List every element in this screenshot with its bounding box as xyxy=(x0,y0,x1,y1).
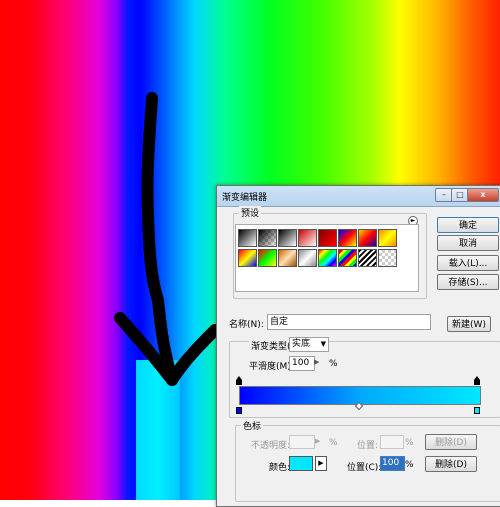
presets-label: 预设 xyxy=(239,206,262,219)
opacity-input[interactable] xyxy=(289,435,315,449)
color-label: 颜色: xyxy=(269,463,291,473)
preset-swatch[interactable] xyxy=(338,249,357,267)
delete-color-stop-button[interactable]: 删除(D) xyxy=(425,456,477,472)
preset-swatch[interactable] xyxy=(318,249,337,267)
name-label: 名称(N): xyxy=(229,320,264,330)
opacity-location-unit: % xyxy=(405,438,414,448)
chevron-right-icon[interactable]: ▶ xyxy=(314,356,324,369)
preset-swatch[interactable] xyxy=(378,249,397,267)
name-input[interactable]: 自定 xyxy=(267,314,431,330)
gradient-editor-dialog: 渐变编辑器 – □ x 预设 ► 确定 取消 载入(L)... 存储(S)...… xyxy=(216,185,500,507)
preset-swatch[interactable] xyxy=(358,229,377,247)
cyan-highlight-strip xyxy=(136,360,180,500)
new-button[interactable]: 新建(W) xyxy=(447,316,491,332)
delete-opacity-stop-button[interactable]: 删除(D) xyxy=(425,434,477,450)
gradient-type-select[interactable]: 实底 ▼ xyxy=(289,337,329,352)
preset-swatch[interactable] xyxy=(258,249,277,267)
chevron-down-icon: ▼ xyxy=(320,340,326,348)
smoothness-input[interactable]: 100 xyxy=(289,356,315,371)
load-button[interactable]: 载入(L)... xyxy=(437,255,499,271)
smoothness-label: 平滑度(M): xyxy=(249,362,294,372)
preset-swatch[interactable] xyxy=(238,229,257,247)
dialog-title: 渐变编辑器 xyxy=(222,193,268,203)
color-location-input[interactable]: 100 xyxy=(380,456,405,471)
preset-swatch[interactable] xyxy=(298,249,317,267)
chevron-right-icon[interactable]: ▶ xyxy=(315,456,327,471)
preset-swatch[interactable] xyxy=(278,249,297,267)
preset-swatch[interactable] xyxy=(258,229,277,247)
preset-swatch[interactable] xyxy=(298,229,317,247)
color-swatch[interactable] xyxy=(289,456,313,471)
preset-swatch[interactable] xyxy=(278,229,297,247)
opacity-location-input[interactable] xyxy=(380,435,404,449)
color-stop-left[interactable] xyxy=(236,407,242,414)
preset-swatches xyxy=(235,224,419,292)
opacity-stop-right-box[interactable] xyxy=(474,380,480,385)
preset-swatch[interactable] xyxy=(238,249,257,267)
chevron-right-icon[interactable]: ▶ xyxy=(315,437,320,445)
ok-button[interactable]: 确定 xyxy=(437,217,499,233)
gradient-type-value: 实底 xyxy=(292,339,311,349)
preset-swatch[interactable] xyxy=(358,249,377,267)
preset-swatch[interactable] xyxy=(338,229,357,247)
close-button[interactable]: x xyxy=(467,188,499,202)
opacity-location-label: 位置: xyxy=(357,441,379,451)
color-stop-right[interactable] xyxy=(474,407,480,414)
save-button[interactable]: 存储(S)... xyxy=(437,274,499,290)
color-location-unit: % xyxy=(405,460,414,470)
preset-swatch[interactable] xyxy=(318,229,337,247)
title-bar[interactable]: 渐变编辑器 – □ x xyxy=(217,186,500,207)
smoothness-unit: % xyxy=(329,359,338,369)
opacity-stop-left-box[interactable] xyxy=(236,380,242,385)
gradient-group xyxy=(229,341,500,418)
cancel-button[interactable]: 取消 xyxy=(437,235,499,251)
color-location-label: 位置(C): xyxy=(347,463,382,473)
stops-label: 色标 xyxy=(241,419,264,432)
preset-swatch[interactable] xyxy=(378,229,397,247)
opacity-label: 不透明度: xyxy=(251,441,291,451)
opacity-unit: % xyxy=(329,438,338,448)
